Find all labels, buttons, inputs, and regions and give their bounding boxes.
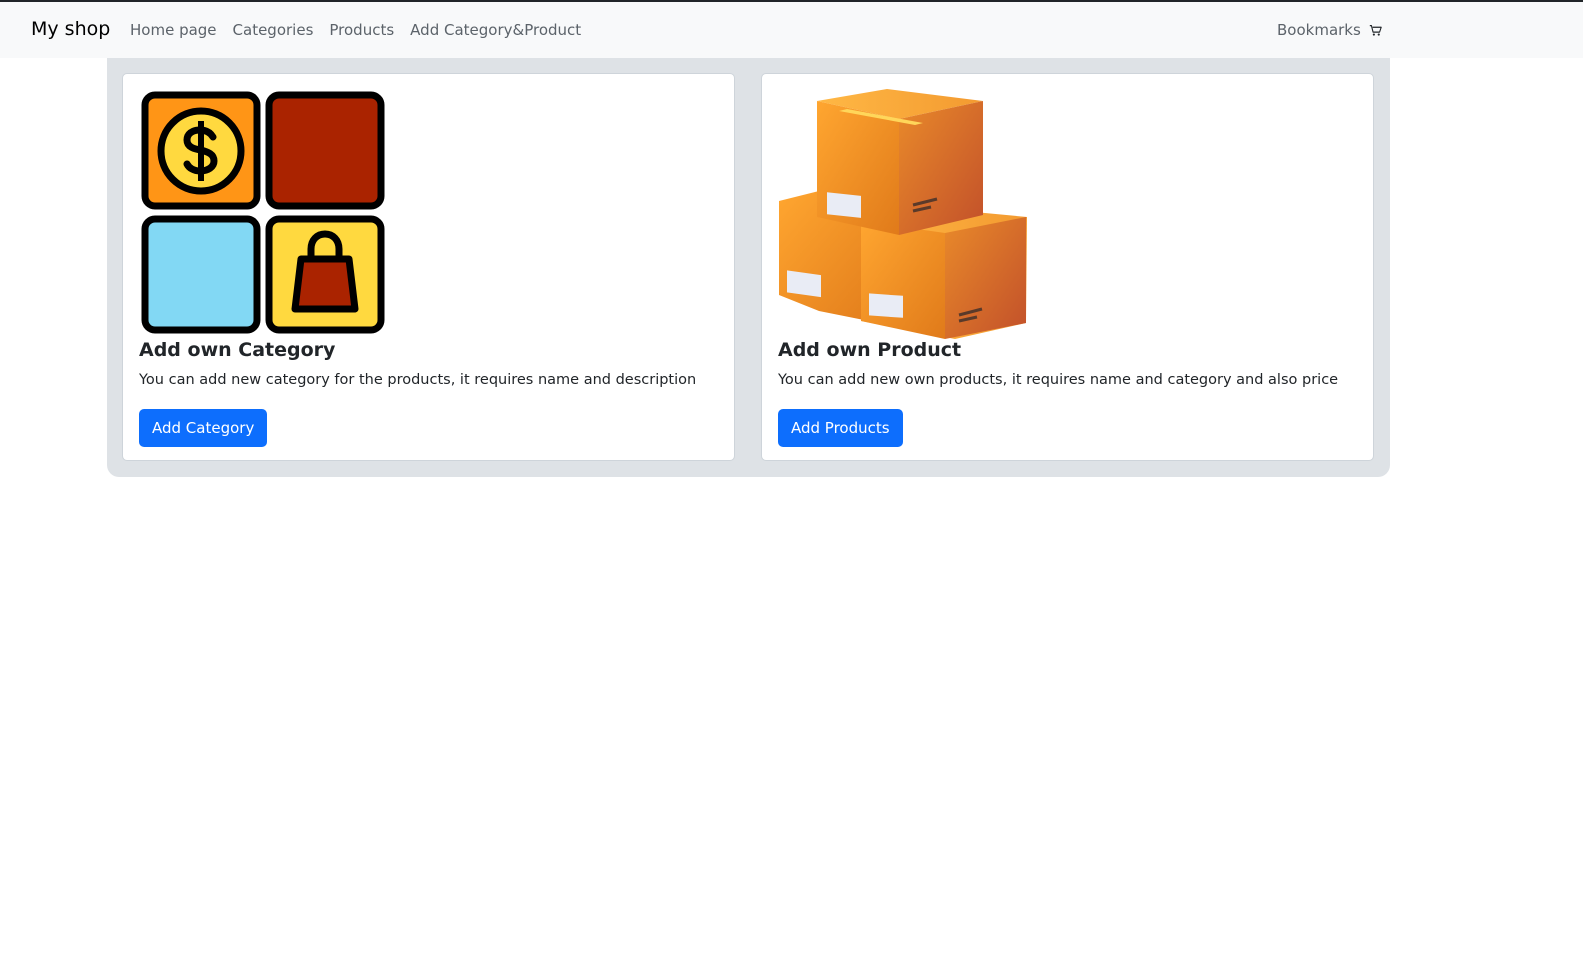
cards-panel: Add own Category You can add new categor… (107, 58, 1390, 477)
category-grid-icon (141, 91, 385, 334)
add-products-button[interactable]: Add Products (778, 409, 903, 447)
nav-link-add-category-product[interactable]: Add Category&Product (410, 21, 581, 39)
product-card: Add own Product You can add new own prod… (761, 73, 1374, 461)
nav-link-home[interactable]: Home page (130, 21, 217, 39)
category-card-text: You can add new category for the product… (139, 372, 697, 388)
nav-link-categories[interactable]: Categories (233, 21, 314, 39)
navbar: My shop Home page Categories Products Ad… (0, 2, 1583, 58)
category-card: Add own Category You can add new categor… (122, 73, 735, 461)
product-card-title: Add own Product (778, 339, 962, 361)
boxes-icon (779, 89, 1027, 339)
product-card-text: You can add new own products, it require… (778, 372, 1339, 388)
nav-link-bookmarks[interactable]: Bookmarks (1277, 21, 1361, 39)
nav-right: Bookmarks (1277, 21, 1382, 39)
nav-link-products[interactable]: Products (329, 21, 394, 39)
category-card-title: Add own Category (139, 339, 336, 361)
nav-links: Home page Categories Products Add Catego… (130, 21, 597, 39)
brand-link[interactable]: My shop (31, 18, 110, 40)
cart-icon[interactable] (1369, 24, 1382, 37)
add-category-button[interactable]: Add Category (139, 409, 268, 447)
